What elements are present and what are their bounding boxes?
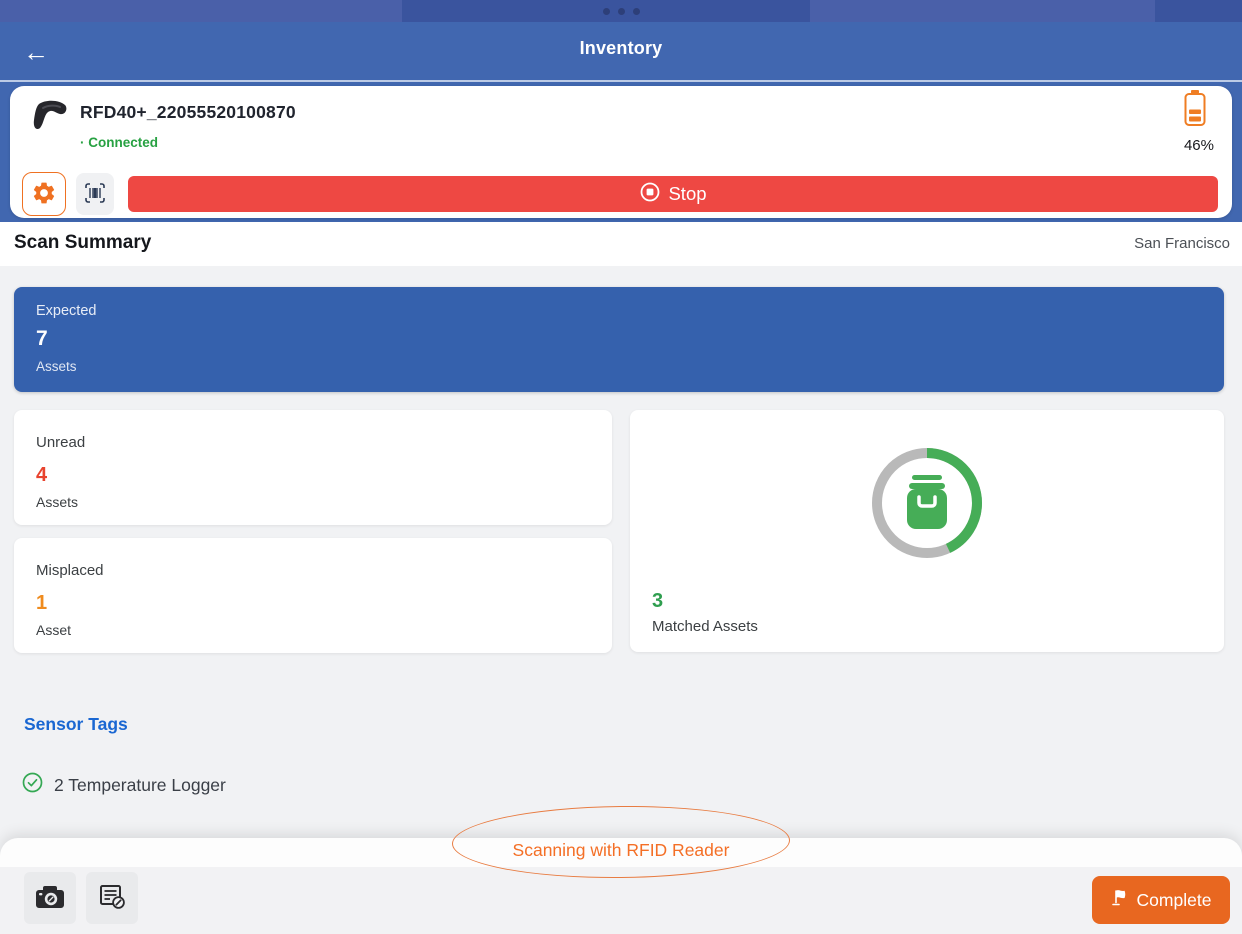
status-bar (0, 0, 1242, 22)
device-name: RFD40+_22055520100870 (80, 102, 296, 122)
expected-label: Expected (36, 303, 97, 319)
edit-notes-button[interactable] (86, 872, 138, 924)
stop-button[interactable]: Stop (128, 176, 1218, 212)
camera-icon (34, 883, 66, 914)
sensor-tag-item[interactable]: 2 Temperature Logger (22, 772, 226, 798)
unread-value: 4 (36, 464, 48, 486)
barcode-icon (82, 180, 108, 209)
matched-card[interactable]: 3 Matched Assets (630, 410, 1224, 652)
app-bar: ← Inventory (0, 22, 1242, 82)
reader-device-card: RFD40+_22055520100870 · Connected 46% St… (10, 86, 1232, 218)
expected-unit: Assets (36, 359, 77, 374)
footer-toolbar (0, 867, 1242, 934)
stop-icon (639, 181, 661, 208)
unread-unit: Assets (36, 494, 79, 510)
barcode-scan-button[interactable] (76, 173, 114, 215)
rfid-scanner-image (30, 96, 74, 140)
connection-status: · Connected (80, 135, 159, 150)
unread-card[interactable]: Unread 4 Assets (14, 410, 612, 525)
battery-icon (1184, 90, 1206, 126)
flag-icon (1111, 888, 1128, 912)
sensor-tag-text: 2 Temperature Logger (54, 774, 226, 795)
misplaced-card[interactable]: Misplaced 1 Asset (14, 538, 612, 653)
check-circle-icon (22, 772, 43, 798)
misplaced-value: 1 (36, 592, 48, 614)
multitask-dots-icon (0, 8, 1242, 15)
bottom-sheet: Complete (0, 838, 1242, 934)
battery-percent: 46% (1183, 137, 1214, 154)
inventory-screen: ← Inventory RFD40+_22055520100870 · Conn… (0, 0, 1242, 934)
matched-value: 3 (652, 590, 664, 612)
note-edit-icon (97, 883, 127, 914)
page-title: Inventory (579, 38, 663, 58)
asset-box-icon (907, 475, 947, 529)
scan-summary-title: Scan Summary (14, 232, 152, 253)
header-divider (0, 80, 1242, 82)
misplaced-label: Misplaced (36, 562, 104, 579)
matched-label: Matched Assets (652, 618, 758, 635)
stop-label: Stop (668, 183, 707, 204)
settings-button[interactable] (22, 172, 66, 216)
expected-card[interactable]: Expected 7 Assets (14, 287, 1224, 392)
sensor-tags-link[interactable]: Sensor Tags (24, 714, 128, 735)
gear-icon (31, 180, 57, 209)
complete-button[interactable]: Complete (1092, 876, 1230, 924)
misplaced-unit: Asset (36, 622, 72, 638)
location-label: San Francisco (1134, 235, 1230, 252)
expected-value: 7 (36, 327, 48, 350)
app-header-region: ← Inventory RFD40+_22055520100870 · Conn… (0, 22, 1242, 222)
matched-progress-ring (869, 445, 985, 561)
complete-label: Complete (1136, 889, 1212, 910)
unread-label: Unread (36, 434, 86, 451)
scan-summary-band: Scan Summary San Francisco (0, 222, 1242, 266)
camera-button[interactable] (24, 872, 76, 924)
